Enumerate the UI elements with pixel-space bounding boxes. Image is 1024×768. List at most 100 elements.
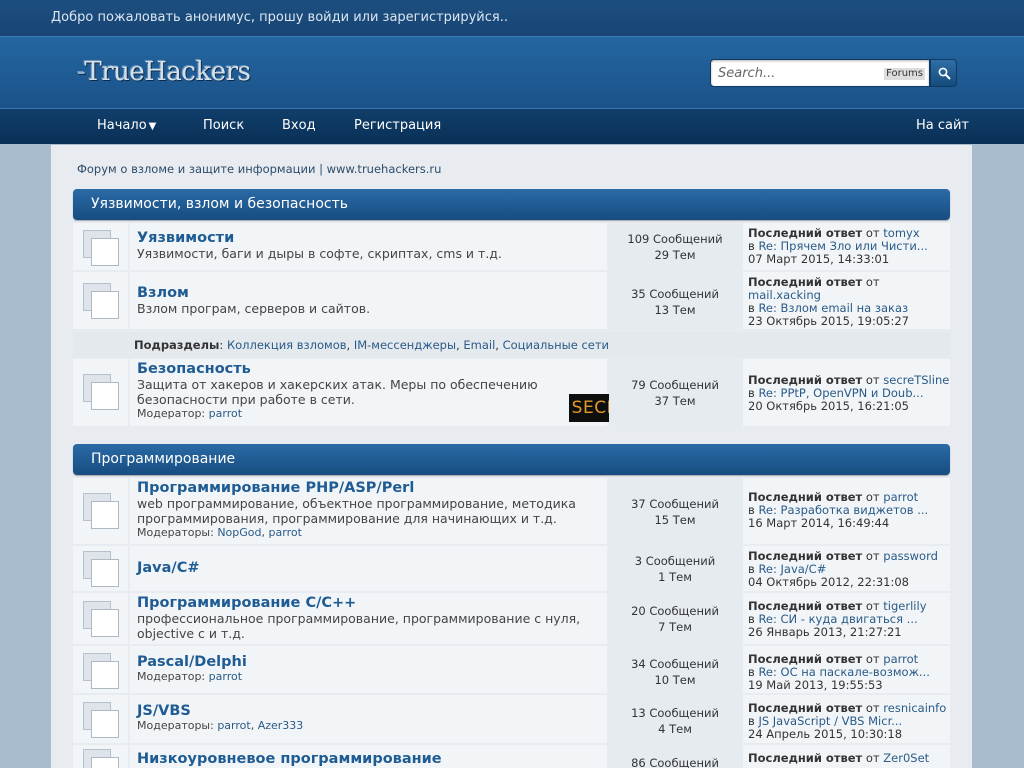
subforum-link[interactable]: Коллекция взломов — [227, 338, 347, 352]
forum-stats: 3 Сообщений 1 Тем — [609, 546, 741, 591]
search-scope-select[interactable]: Forums — [884, 68, 925, 80]
forum-row: Взлом Взлом програм, серверов и сайтов. … — [73, 272, 950, 329]
last-post-user-link[interactable]: mail.xacking — [748, 288, 821, 302]
board-description: Форум о взломе и защите информации | www… — [77, 162, 442, 176]
forum-title-link[interactable]: Программирование PHP/ASP/Perl — [137, 480, 607, 496]
last-post: Последний ответ от parrot в Re: ОС на па… — [743, 646, 950, 693]
search-button[interactable] — [930, 59, 957, 87]
forum-stats: 13 Сообщений 4 Тем — [609, 695, 741, 743]
last-post-topic-link[interactable]: JS JavaScript / VBS Micr... — [758, 714, 902, 728]
last-post-user-link[interactable]: resnicainfo — [883, 701, 946, 715]
folder-icon — [83, 374, 119, 410]
search-input[interactable] — [718, 64, 868, 82]
last-post-date: 26 Январь 2013, 21:27:21 — [748, 625, 902, 639]
last-post-user-link[interactable]: parrot — [883, 490, 918, 504]
moderator-link[interactable]: parrot — [269, 526, 302, 539]
moderators: Модератор: parrot — [137, 670, 607, 683]
forum-icon-cell — [73, 646, 128, 693]
forum-title-link[interactable]: Программирование C/C++ — [137, 595, 607, 611]
nav-login[interactable]: Вход — [282, 109, 316, 143]
last-post-topic-link[interactable]: Re: СИ - куда двигаться ... — [758, 612, 917, 626]
forum-icon-cell — [73, 745, 128, 768]
forum-description: Взлом програм, серверов и сайтов. — [137, 301, 371, 316]
topic-count: 4 Тем — [658, 722, 692, 736]
moderator-link[interactable]: Azer333 — [258, 719, 304, 732]
forum-row: Java/C# 3 Сообщений 1 Тем Последний отве… — [73, 546, 950, 591]
last-post-label: Последний ответ — [748, 701, 863, 715]
last-in-prefix: в — [748, 301, 755, 315]
post-count: 34 Сообщений — [631, 657, 719, 671]
site-logo[interactable]: -TrueHackers — [77, 57, 251, 87]
last-post-topic-link[interactable]: Re: Разработка виджетов ... — [758, 503, 928, 517]
last-post-user-link[interactable]: Zer0Set — [883, 751, 929, 765]
nav-register[interactable]: Регистрация — [354, 109, 441, 143]
post-count: 13 Сообщений — [631, 706, 719, 720]
forum-description: Защита от хакеров и хакерских атак. Меры… — [137, 377, 538, 407]
last-in-prefix: в — [748, 714, 755, 728]
last-post-user-link[interactable]: parrot — [883, 652, 918, 666]
last-post-topic-link[interactable]: Re: Взлом email на заказ — [758, 301, 908, 315]
last-post-user-link[interactable]: tigerlily — [883, 599, 926, 613]
last-in-prefix: в — [748, 239, 755, 253]
forum-row: JS/VBS Модераторы: parrot, Azer333 13 Со… — [73, 695, 950, 743]
last-by-prefix: от — [865, 490, 880, 504]
folder-icon — [83, 749, 119, 768]
category-title: Уязвимости, взлом и безопасность — [91, 196, 349, 212]
forum-title-link[interactable]: JS/VBS — [137, 703, 607, 719]
last-post-label: Последний ответ — [748, 652, 863, 666]
last-in-prefix: в — [748, 665, 755, 679]
last-post: Последний ответ от tomyx в Re: Прячем Зл… — [743, 223, 950, 270]
subforum-link[interactable]: Email — [463, 338, 495, 352]
last-by-prefix: от — [865, 275, 880, 289]
nav-home[interactable]: Начало ▼ — [97, 109, 156, 144]
last-post-user-link[interactable]: tomyx — [883, 226, 919, 240]
moderators: Модераторы: NopGod, parrot — [137, 526, 302, 539]
last-post-topic-link[interactable]: Re: Прячем Зло или Чисти... — [758, 239, 927, 253]
last-by-prefix: от — [865, 549, 880, 563]
last-post-topic-link[interactable]: Re: PPtP, OpenVPN и Doub... — [758, 386, 923, 400]
last-in-prefix: в — [748, 562, 755, 576]
last-by-prefix: от — [865, 599, 880, 613]
last-post-user-link[interactable]: secreTSline — [883, 373, 949, 387]
category-header[interactable]: Программирование — [73, 444, 950, 475]
topic-count: 13 Тем — [654, 303, 696, 317]
forum-title-link[interactable]: Взлом — [137, 285, 607, 301]
last-post-label: Последний ответ — [748, 373, 863, 387]
folder-icon — [83, 283, 119, 319]
last-post-user-link[interactable]: password — [883, 549, 938, 563]
moderator-link[interactable]: NopGod — [217, 526, 261, 539]
forum-info: Взлом Взлом програм, серверов и сайтов. — [130, 272, 607, 329]
welcome-text: Добро пожаловать анонимус, прошу войди и… — [51, 10, 508, 25]
last-post-topic-link[interactable]: Re: ОС на паскале-возмож... — [758, 665, 929, 679]
moderator-link[interactable]: parrot — [209, 407, 242, 420]
moderator-link[interactable]: parrot — [217, 719, 250, 732]
forum-icon-cell — [73, 593, 128, 644]
subforums-label: Подразделы — [134, 338, 220, 352]
category-header[interactable]: Уязвимости, взлом и безопасность — [73, 189, 950, 220]
forum-title-link[interactable]: Уязвимости — [137, 230, 607, 246]
post-count: 35 Сообщений — [631, 287, 719, 301]
moderator-label: Модератор: — [137, 407, 206, 420]
nav-home-label: Начало — [97, 118, 147, 133]
forum-row: Программирование PHP/ASP/Perl web програ… — [73, 478, 950, 544]
nav-site[interactable]: На сайт — [916, 109, 969, 143]
forum-icon-cell — [73, 546, 128, 591]
forum-title-link[interactable]: Java/C# — [137, 560, 607, 576]
forum-title-link[interactable]: Pascal/Delphi — [137, 654, 607, 670]
last-post-label: Последний ответ — [748, 275, 863, 289]
forum-stats: 35 Сообщений 13 Тем — [609, 272, 741, 329]
forum-stats: 37 Сообщений 15 Тем — [609, 478, 741, 544]
subforum-link[interactable]: Социальные сети — [503, 338, 609, 352]
subforum-link[interactable]: IM-мессенджеры — [354, 338, 456, 352]
last-post: Последний ответ от resnicainfo в JS Java… — [743, 695, 950, 743]
forum-row: Низкоуровневое программирование 86 Сообщ… — [73, 745, 950, 768]
last-post-topic-link[interactable]: Re: Java/C# — [758, 562, 826, 576]
forum-title-link[interactable]: Безопасность — [137, 361, 607, 377]
forum-title-link[interactable]: Низкоуровневое программирование — [137, 751, 607, 767]
nav-search[interactable]: Поиск — [203, 109, 244, 143]
folder-icon — [83, 653, 119, 689]
last-post-date: 20 Октябрь 2015, 16:21:05 — [748, 399, 909, 413]
forum-info: Java/C# — [130, 546, 607, 591]
post-count: 79 Сообщений — [631, 378, 719, 392]
moderator-link[interactable]: parrot — [209, 670, 242, 683]
